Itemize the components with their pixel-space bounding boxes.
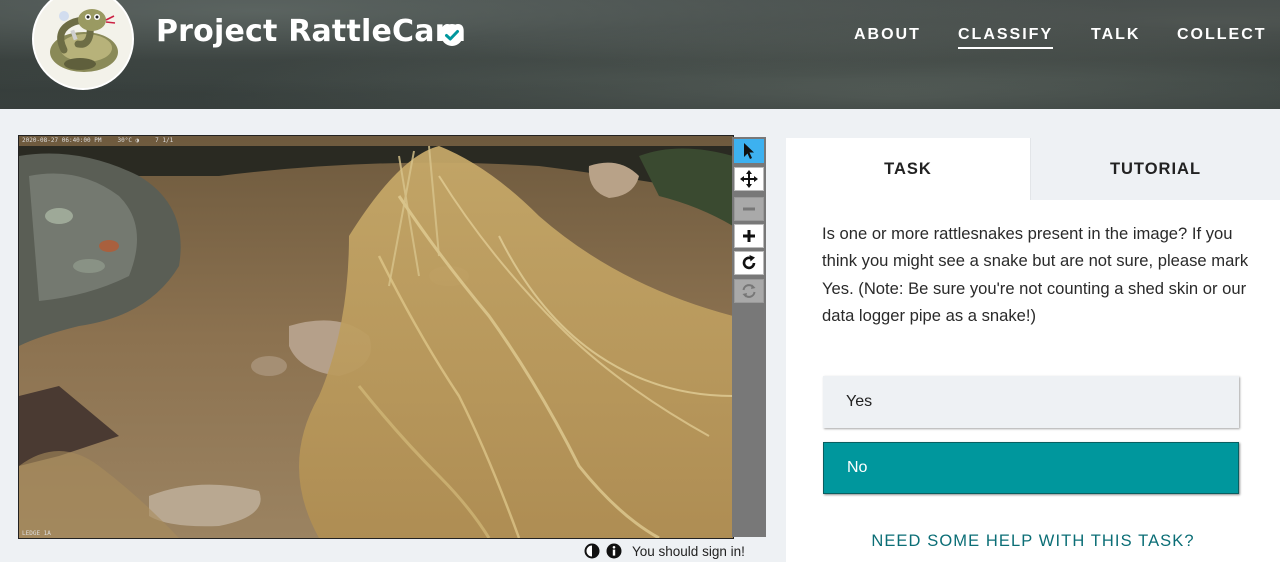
task-question: Is one or more rattlesnakes present in t… xyxy=(822,224,1249,325)
tab-tutorial[interactable]: TUTORIAL xyxy=(1030,138,1280,200)
subject-image-viewer[interactable]: 2020-08-27 06:40:00 PM 30°C ◑ 7 1/1 LEDG… xyxy=(18,135,734,539)
image-frame-count: 7 1/1 xyxy=(155,137,174,144)
image-metadata-top: 2020-08-27 06:40:00 PM 30°C ◑ 7 1/1 xyxy=(22,136,728,146)
move-tool-button[interactable] xyxy=(734,167,764,191)
image-temperature: 30°C ◑ xyxy=(117,137,140,144)
pointer-tool-button[interactable] xyxy=(734,139,764,163)
info-icon[interactable] xyxy=(606,543,622,559)
nav-talk[interactable]: TALK xyxy=(1091,26,1140,44)
pointer-arrow-icon xyxy=(744,143,754,159)
reset-icon xyxy=(742,284,756,298)
zoom-in-icon xyxy=(743,230,755,242)
answer-no-button[interactable]: No xyxy=(823,442,1239,494)
rotate-icon xyxy=(742,255,756,270)
project-header: Project RattleCam ABOUT CLASSIFY TALK CO… xyxy=(0,0,1280,109)
image-camera-location: LEDGE 1A xyxy=(22,530,51,537)
tab-task[interactable]: TASK xyxy=(786,138,1030,200)
header-background-fade xyxy=(0,79,1280,109)
zoom-out-icon xyxy=(743,207,755,211)
task-panel: TASK TUTORIAL Is one or more rattlesnake… xyxy=(786,138,1280,562)
sign-in-prompt[interactable]: You should sign in! xyxy=(632,544,745,559)
image-timestamp: 2020-08-27 06:40:00 PM xyxy=(22,137,102,144)
rotate-button[interactable] xyxy=(734,251,764,275)
project-title[interactable]: Project RattleCam xyxy=(156,14,466,49)
move-arrows-icon xyxy=(740,170,758,188)
contrast-icon[interactable] xyxy=(584,543,600,559)
nav-about[interactable]: ABOUT xyxy=(854,26,921,44)
verified-check-icon xyxy=(441,24,463,46)
rattlesnake-cartoon-avatar xyxy=(34,0,132,88)
viewer-footer: You should sign in! xyxy=(584,541,745,561)
answer-yes-button[interactable]: Yes xyxy=(823,376,1239,428)
project-avatar[interactable] xyxy=(32,0,134,90)
task-help-link[interactable]: NEED SOME HELP WITH THIS TASK? xyxy=(786,532,1280,551)
reset-button[interactable] xyxy=(734,279,764,303)
camera-trap-image[interactable] xyxy=(19,136,733,538)
image-toolbar xyxy=(732,137,766,537)
nav-classify[interactable]: CLASSIFY xyxy=(958,26,1054,49)
zoom-in-button[interactable] xyxy=(734,224,764,248)
answer-yes-label: Yes xyxy=(846,393,873,410)
nav-collect[interactable]: COLLECT xyxy=(1177,26,1267,44)
zoom-out-button[interactable] xyxy=(734,197,764,221)
answer-no-label: No xyxy=(847,459,868,476)
